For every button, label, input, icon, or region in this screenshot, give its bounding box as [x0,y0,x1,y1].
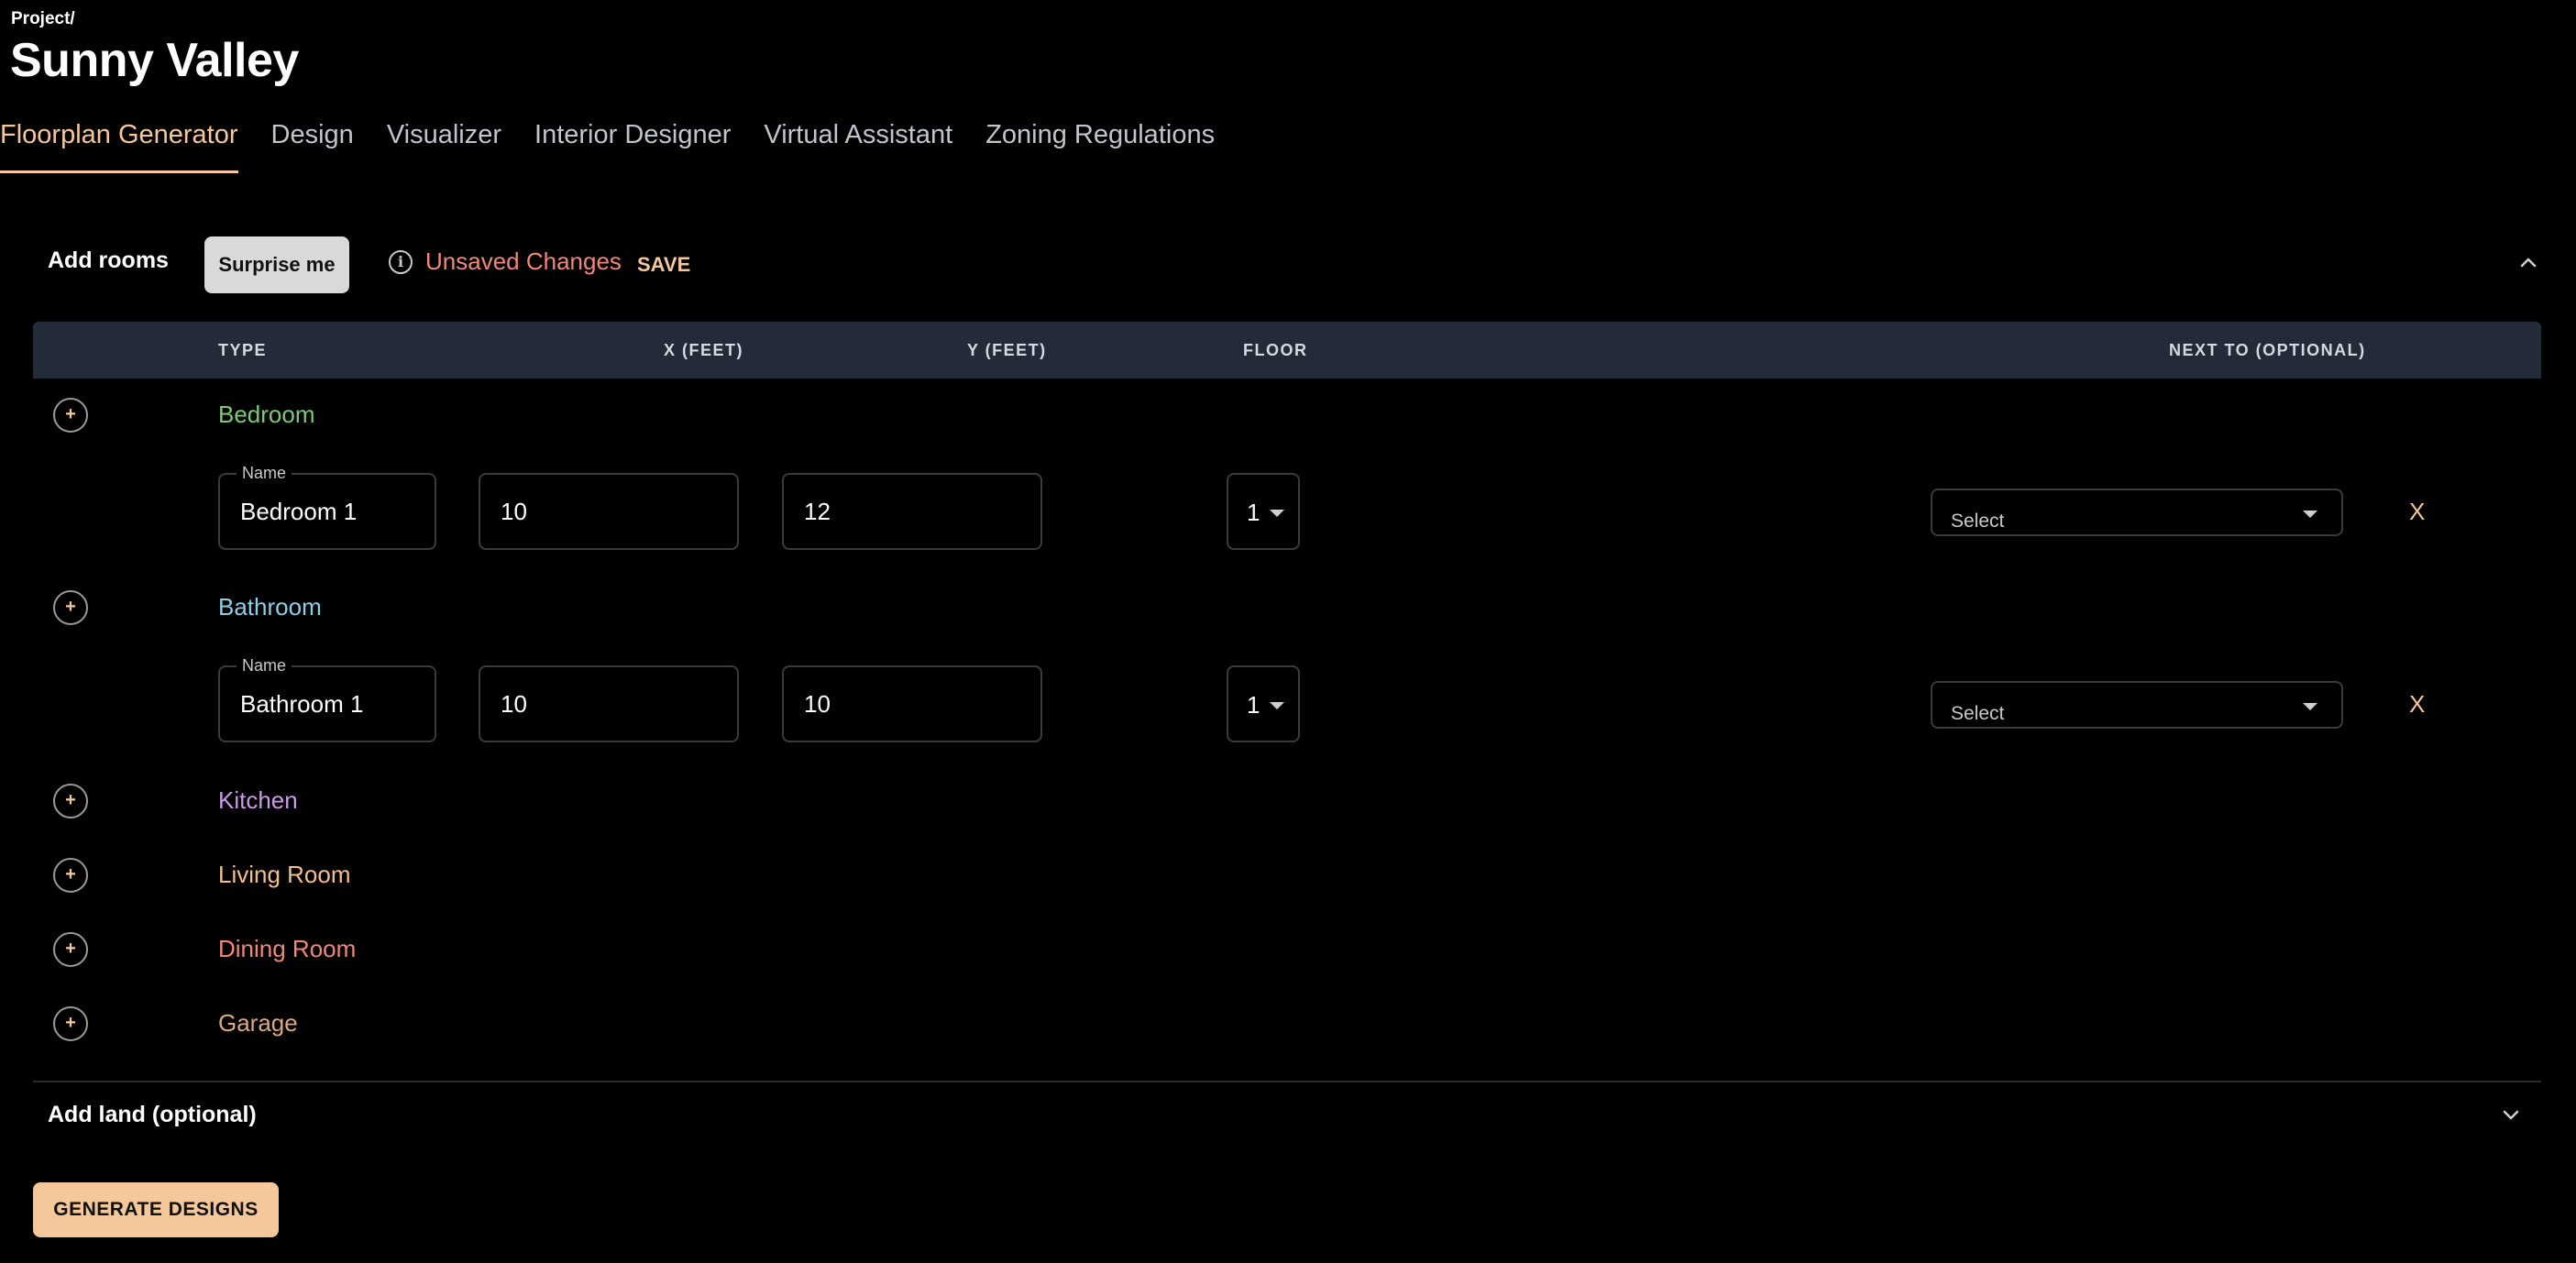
rooms-section-header: Add rooms Surprise me i Unsaved Changes … [48,235,2541,295]
x-feet-input[interactable] [499,497,732,527]
room-name-legend: Name [237,656,292,675]
next-to-select[interactable]: Select [1931,489,2343,536]
chevron-up-icon[interactable] [2515,249,2541,275]
info-icon: i [389,249,413,274]
caret-down-icon [2303,511,2317,518]
caret-down-icon [1270,510,1284,517]
room-name-legend: Name [237,464,292,483]
header-next-to: NEXT TO (OPTIONAL) [2169,341,2366,359]
x-feet-field[interactable] [479,665,739,742]
save-button[interactable]: SAVE [637,253,690,277]
header-type: TYPE [218,341,268,359]
room-type-kitchen: Kitchen [218,786,298,814]
add-bathroom-button[interactable]: + [53,590,88,625]
room-type-dining-room: Dining Room [218,935,357,962]
room-name-field[interactable]: Name [218,656,436,742]
floor-select[interactable]: 1 [1227,665,1300,742]
room-type-bathroom: Bathroom [218,593,322,621]
add-bedroom-button[interactable]: + [53,398,88,433]
breadcrumb[interactable]: Project/ [11,9,75,29]
add-rooms-title: Add rooms [48,247,169,273]
remove-room-button[interactable]: X [2409,690,2425,719]
y-feet-field[interactable] [782,665,1042,742]
y-feet-input[interactable] [802,689,1035,719]
caret-down-icon [2303,703,2317,710]
caret-down-icon [1270,702,1284,709]
room-type-garage: Garage [218,1009,298,1037]
unsaved-changes-label: Unsaved Changes [425,247,622,275]
surprise-me-button[interactable]: Surprise me [204,236,349,293]
room-type-bedroom: Bedroom [218,401,315,428]
chevron-down-icon[interactable] [2498,1102,2524,1127]
section-divider [33,1081,2541,1082]
rooms-table-header: TYPE X (FEET) Y (FEET) FLOOR NEXT TO (OP… [33,322,2541,379]
x-feet-field[interactable] [479,473,739,550]
unsaved-changes-status: i Unsaved Changes [389,247,622,276]
next-to-placeholder: Select [1951,703,2005,724]
add-garage-button[interactable]: + [53,1006,88,1041]
floorplan-generator-page: Project/ Sunny Valley Floorplan Generato… [0,0,2576,1263]
room-name-field[interactable]: Name [218,464,436,550]
generate-designs-button[interactable]: GENERATE DESIGNS [33,1182,279,1237]
next-to-placeholder: Select [1951,511,2005,532]
header-x-feet: X (FEET) [664,341,743,359]
add-land-title[interactable]: Add land (optional) [48,1102,257,1128]
room-type-living-room: Living Room [218,861,351,888]
tab-interior-designer[interactable]: Interior Designer [534,115,731,170]
tab-visualizer[interactable]: Visualizer [387,115,501,170]
tab-virtual-assistant[interactable]: Virtual Assistant [764,115,952,170]
tab-design[interactable]: Design [271,115,354,170]
add-dining-room-button[interactable]: + [53,932,88,967]
floor-value: 1 [1247,499,1260,526]
add-living-room-button[interactable]: + [53,858,88,893]
remove-room-button[interactable]: X [2409,498,2425,526]
y-feet-input[interactable] [802,497,1035,527]
y-feet-field[interactable] [782,473,1042,550]
floor-select[interactable]: 1 [1227,473,1300,550]
tab-bar: Floorplan Generator Design Visualizer In… [0,115,1215,173]
x-feet-input[interactable] [499,689,732,719]
room-name-input[interactable] [238,689,429,719]
room-name-input[interactable] [238,497,429,527]
header-floor: FLOOR [1243,341,1308,359]
tab-floorplan-generator[interactable]: Floorplan Generator [0,115,238,173]
page-title: Sunny Valley [10,34,299,87]
next-to-select[interactable]: Select [1931,681,2343,729]
tab-zoning-regulations[interactable]: Zoning Regulations [985,115,1215,170]
header-y-feet: Y (FEET) [967,341,1047,359]
add-kitchen-button[interactable]: + [53,784,88,818]
floor-value: 1 [1247,691,1260,719]
